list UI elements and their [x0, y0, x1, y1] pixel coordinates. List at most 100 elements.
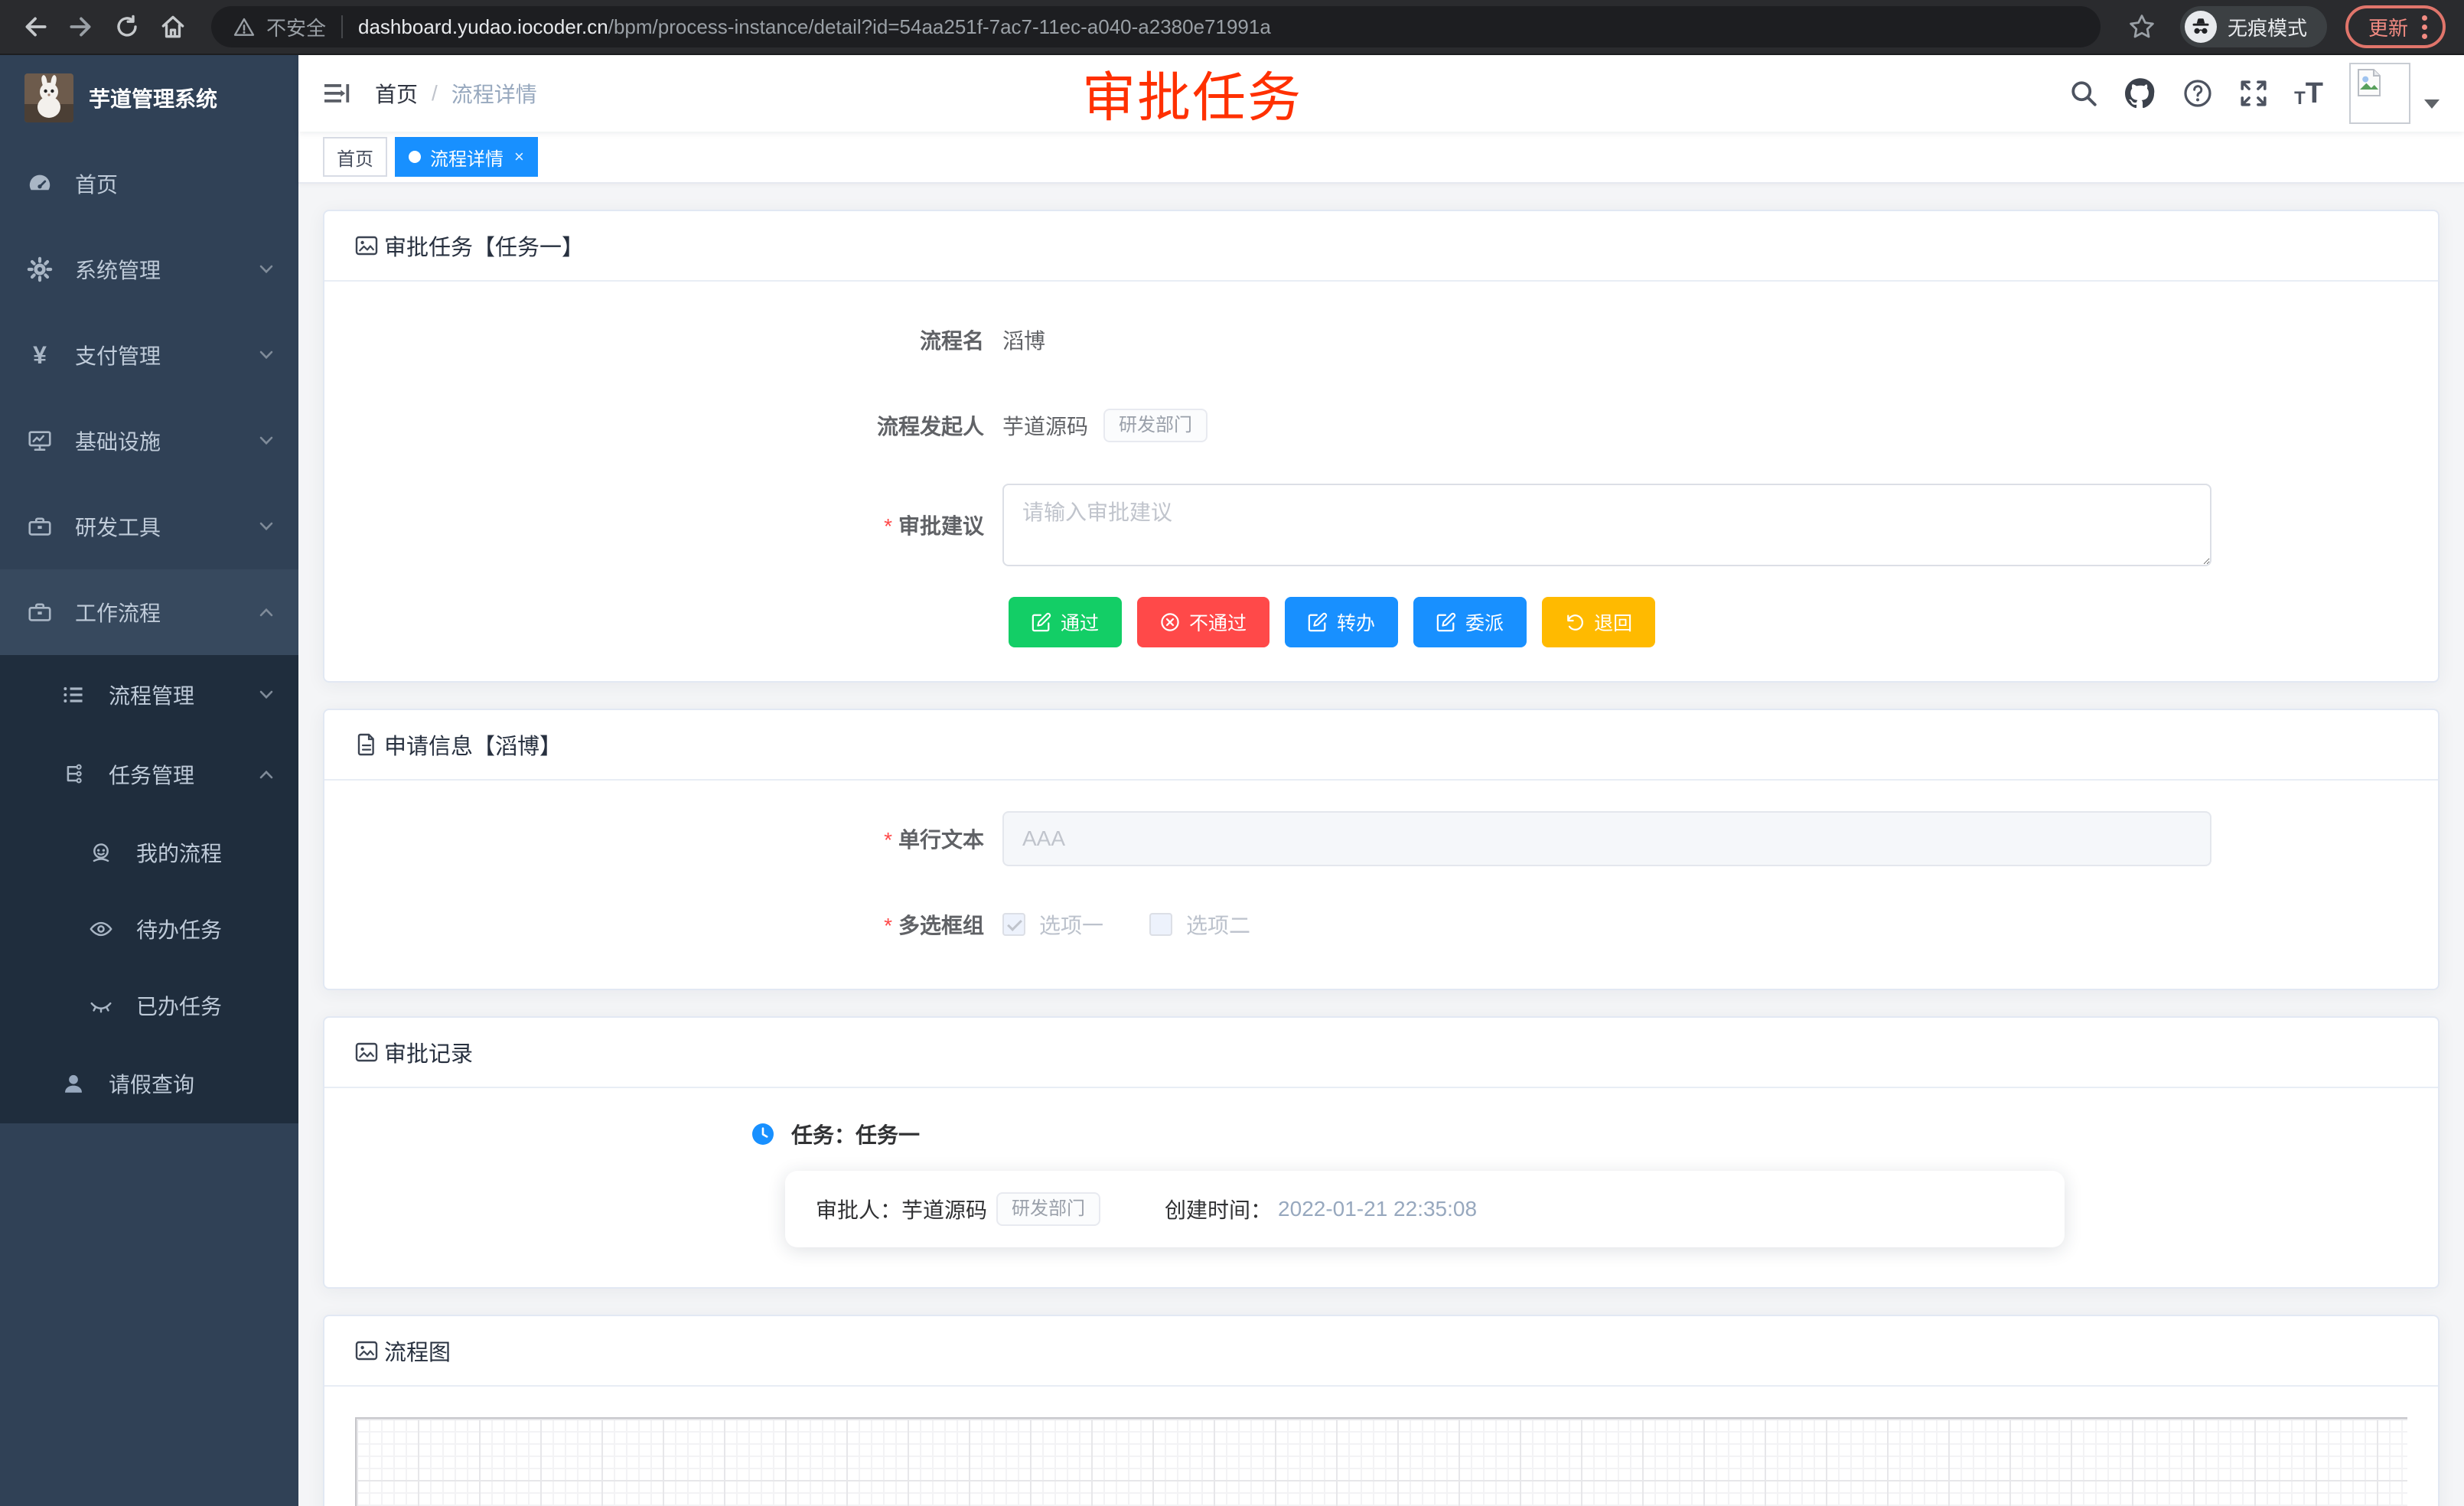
- url-bar[interactable]: 不安全 dashboard.yudao.iocoder.cn/bpm/proce…: [211, 6, 2101, 47]
- sidebar-item-home[interactable]: 首页: [0, 141, 298, 227]
- edit-icon: [1436, 612, 1456, 632]
- breadcrumb-home[interactable]: 首页: [375, 78, 418, 109]
- warning-icon: [233, 15, 256, 38]
- browser-toolbar: 不安全 dashboard.yudao.iocoder.cn/bpm/proce…: [0, 0, 2464, 55]
- tag-label: 流程详情: [430, 144, 504, 171]
- checkbox-option-2: 选项二: [1149, 909, 1250, 940]
- record-item-card: 审批人： 芋道源码 研发部门 创建时间： 2022-01-21 22:35:08: [785, 1171, 2065, 1247]
- navbar-actions: TT: [2069, 63, 2440, 124]
- sidebar-item-label: 研发工具: [75, 511, 259, 542]
- delegate-button[interactable]: 委派: [1413, 597, 1527, 647]
- sidebar-item-payment[interactable]: ¥ 支付管理: [0, 312, 298, 398]
- breadcrumb-separator: /: [432, 81, 438, 106]
- sidebar-item-done-tasks[interactable]: 已办任务: [0, 967, 298, 1044]
- process-diagram-card-header: 流程图: [324, 1316, 2438, 1387]
- sidebar-item-label: 首页: [75, 168, 274, 199]
- reject-button[interactable]: 不通过: [1137, 597, 1269, 647]
- avatar[interactable]: [2349, 63, 2410, 124]
- sidebar-item-label: 请假查询: [109, 1068, 274, 1099]
- single-text-label: 单行文本: [355, 823, 1002, 854]
- gear-icon: [26, 256, 54, 282]
- browser-menu-icon[interactable]: [2422, 15, 2427, 39]
- refresh-icon[interactable]: [107, 7, 147, 47]
- app-logo: [24, 73, 73, 122]
- sidebar-item-my-process[interactable]: 我的流程: [0, 814, 298, 891]
- home-icon[interactable]: [153, 7, 193, 47]
- sidebar-item-task-mgmt[interactable]: 任务管理: [0, 735, 298, 814]
- approve-button[interactable]: 通过: [1009, 597, 1122, 647]
- bookmark-star-icon[interactable]: [2122, 7, 2162, 47]
- approval-record-card: 审批记录 任务：任务一 审批人： 芋道源码 研发部门 创建时间：: [323, 1016, 2440, 1289]
- fullscreen-icon[interactable]: [2239, 79, 2268, 108]
- refresh-left-icon: [1565, 612, 1585, 632]
- security-label: 不安全: [266, 13, 326, 41]
- update-label: 更新: [2368, 13, 2408, 41]
- return-button[interactable]: 退回: [1542, 597, 1655, 647]
- sidebar: 芋道管理系统 首页 系统管理 ¥ 支付管理 基础设施: [0, 55, 298, 1506]
- sidebar-item-todo-tasks[interactable]: 待办任务: [0, 891, 298, 967]
- sidebar-item-label: 待办任务: [136, 914, 274, 944]
- button-label: 不通过: [1189, 608, 1247, 636]
- checkbox-checked-icon: [1002, 913, 1025, 936]
- suggestion-row: 审批建议: [355, 484, 2407, 566]
- checkbox-group-row: 多选框组 选项一 选项二: [355, 897, 2407, 952]
- workflow-submenu: 流程管理 任务管理 我的流程 待办任务: [0, 655, 298, 1123]
- dashboard-icon: [26, 171, 54, 197]
- process-name-label: 流程名: [355, 324, 1002, 355]
- github-icon[interactable]: [2124, 77, 2156, 109]
- help-icon[interactable]: [2182, 78, 2213, 109]
- checkbox-unchecked-icon: [1149, 913, 1172, 936]
- forward-icon[interactable]: [61, 7, 101, 47]
- search-icon[interactable]: [2069, 79, 2098, 108]
- task-title: 任务：任务一: [791, 1119, 920, 1149]
- sidebar-item-leave-query[interactable]: 请假查询: [0, 1044, 298, 1123]
- transfer-button[interactable]: 转办: [1285, 597, 1398, 647]
- single-text-input: [1002, 811, 2211, 866]
- incognito-label: 无痕模式: [2228, 13, 2307, 41]
- tag-home[interactable]: 首页: [323, 137, 387, 177]
- checkbox-label: 选项一: [1039, 909, 1103, 940]
- clock-icon: [751, 1123, 774, 1146]
- caret-down-icon[interactable]: [2424, 99, 2440, 109]
- card-title: 审批记录: [384, 1036, 473, 1068]
- picture-icon: [355, 1041, 378, 1064]
- sidebar-item-workflow[interactable]: 工作流程: [0, 569, 298, 655]
- card-title: 审批任务【任务一】: [384, 230, 584, 262]
- sidebar-item-devtools[interactable]: 研发工具: [0, 484, 298, 569]
- toolbox-icon: [26, 513, 54, 539]
- update-button[interactable]: 更新: [2345, 5, 2446, 48]
- chevron-up-icon: [259, 767, 274, 782]
- tag-label: 首页: [337, 144, 373, 171]
- edit-icon: [1032, 612, 1051, 632]
- back-icon[interactable]: [15, 7, 55, 47]
- incognito-icon: [2185, 11, 2217, 43]
- user-menu[interactable]: [2349, 63, 2440, 124]
- url-divider: [341, 15, 343, 38]
- apply-info-card-header: 申请信息【滔博】: [324, 710, 2438, 781]
- close-icon[interactable]: ×: [514, 148, 524, 165]
- button-label: 退回: [1594, 608, 1632, 636]
- hamburger-icon[interactable]: [321, 78, 352, 109]
- sidebar-item-infra[interactable]: 基础设施: [0, 398, 298, 484]
- approval-actions: 通过 不通过 转办 委派: [1009, 597, 2407, 650]
- active-dot: [409, 151, 421, 163]
- font-size-icon[interactable]: TT: [2294, 79, 2323, 108]
- list-icon: [60, 683, 87, 707]
- create-time-value: 2022-01-21 22:35:08: [1278, 1197, 1477, 1221]
- sidebar-item-label: 基础设施: [75, 425, 259, 456]
- breadcrumb: 首页 / 流程详情: [375, 78, 537, 109]
- card-title: 申请信息【滔博】: [384, 729, 562, 761]
- user-icon: [60, 1071, 87, 1097]
- suggestion-textarea[interactable]: [1002, 484, 2211, 566]
- process-name-value: 滔博: [1002, 324, 1045, 355]
- document-icon: [355, 733, 378, 756]
- app-logo-row: 芋道管理系统: [0, 55, 298, 141]
- checkbox-group-label: 多选框组: [355, 909, 1002, 940]
- sidebar-item-process-mgmt[interactable]: 流程管理: [0, 655, 298, 735]
- chevron-down-icon: [259, 519, 274, 534]
- url-domain: dashboard.yudao.iocoder.cn: [358, 15, 608, 39]
- sidebar-item-label: 系统管理: [75, 254, 259, 285]
- tag-process-detail[interactable]: 流程详情 ×: [395, 137, 538, 177]
- sidebar-item-system[interactable]: 系统管理: [0, 227, 298, 312]
- yen-icon: ¥: [26, 343, 54, 367]
